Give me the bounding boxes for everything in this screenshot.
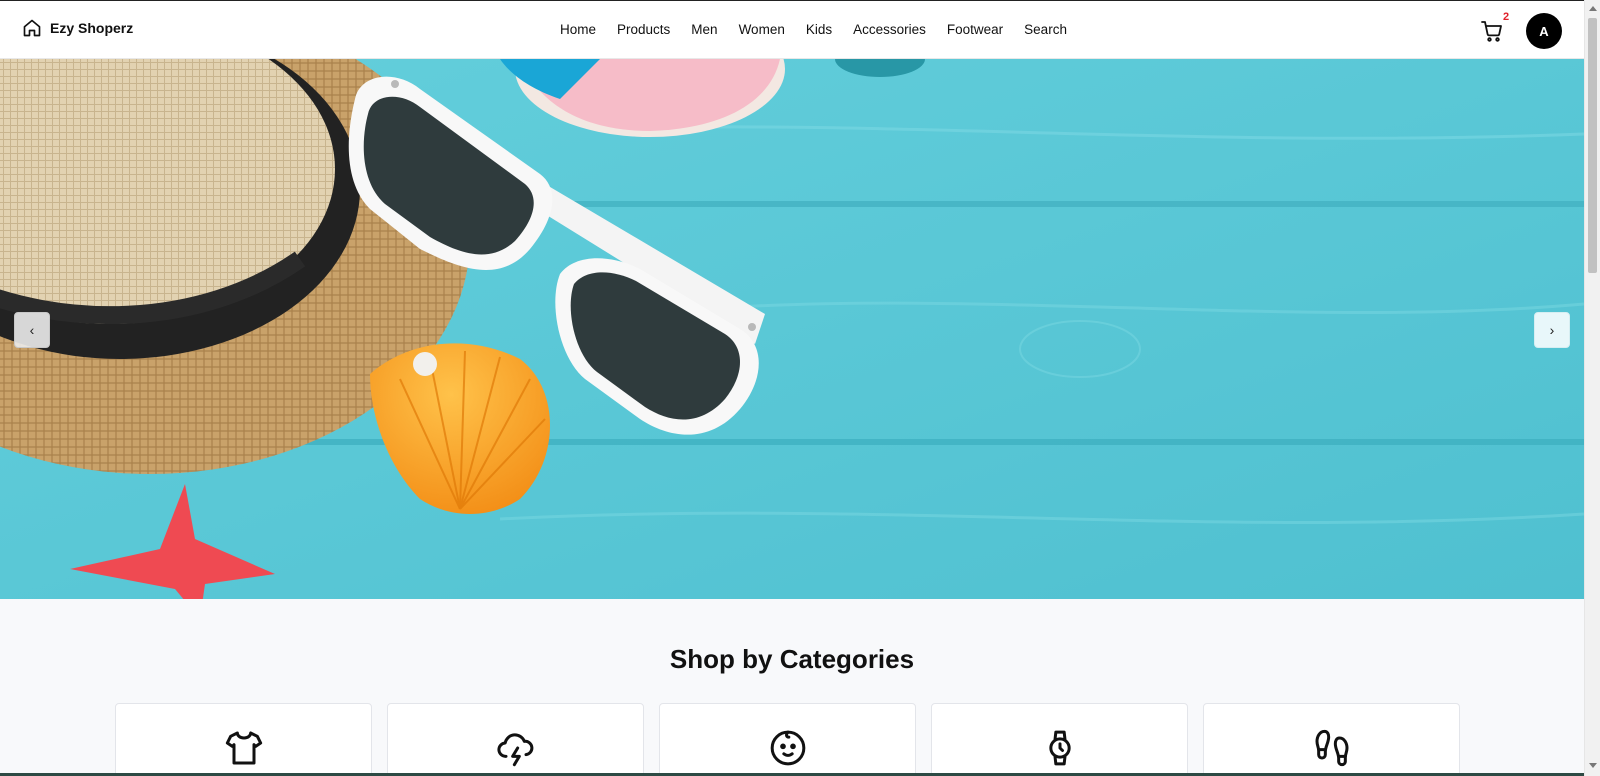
scroll-up-arrow[interactable] [1589, 6, 1597, 11]
user-avatar[interactable]: A [1526, 13, 1562, 49]
page: Ezy Shoperz Home Products Men Women Kids… [0, 0, 1584, 776]
nav-footwear[interactable]: Footwear [947, 22, 1003, 37]
scroll-down-arrow[interactable] [1589, 763, 1597, 768]
nav-women[interactable]: Women [739, 22, 785, 37]
carousel-prev-button[interactable]: ‹ [14, 312, 50, 348]
cloud-lightning-icon [496, 733, 533, 767]
nav-accessories[interactable]: Accessories [853, 22, 926, 37]
chevron-left-icon: ‹ [29, 322, 35, 338]
nav-search[interactable]: Search [1024, 22, 1067, 37]
scroll-thumb[interactable] [1588, 18, 1597, 273]
watch-icon [1048, 730, 1071, 766]
hero-banner-image [0, 59, 1584, 599]
home-icon [22, 18, 42, 38]
brand-name: Ezy Shoperz [50, 20, 134, 36]
nav-products[interactable]: Products [617, 22, 670, 37]
nav-home[interactable]: Home [560, 22, 596, 37]
chevron-right-icon: › [1549, 322, 1555, 338]
category-card-weather[interactable] [387, 703, 644, 776]
cart-count-badge: 2 [1503, 11, 1510, 23]
main-nav: Home Products Men Women Kids Accessories… [560, 22, 1067, 37]
nav-men[interactable]: Men [691, 22, 717, 37]
carousel-next-button[interactable]: › [1534, 312, 1570, 348]
category-card-kids[interactable] [659, 703, 916, 776]
brand[interactable]: Ezy Shoperz [22, 18, 133, 38]
category-list [115, 703, 1460, 776]
page-scrollbar[interactable] [1584, 0, 1600, 776]
footprints-icon [1315, 729, 1348, 767]
hero-carousel: ‹ › [0, 59, 1584, 599]
categories-heading: Shop by Categories [669, 644, 915, 674]
category-card-accessories[interactable] [931, 703, 1188, 776]
baby-face-icon [770, 730, 805, 766]
cart-icon [1481, 21, 1502, 42]
category-card-footwear[interactable] [1203, 703, 1460, 776]
nav-kids[interactable]: Kids [806, 22, 832, 37]
cart-button[interactable]: 2 [1480, 11, 1509, 45]
tshirt-icon [225, 731, 262, 765]
top-navbar: Ezy Shoperz Home Products Men Women Kids… [0, 0, 1584, 59]
category-card-clothing[interactable] [115, 703, 372, 776]
